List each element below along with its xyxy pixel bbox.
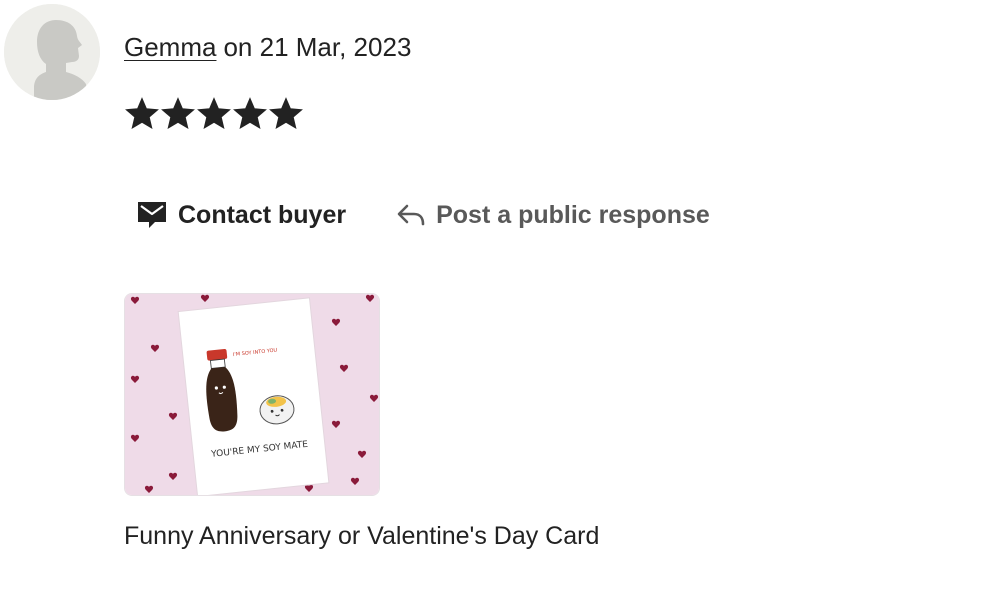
greeting-card: I'M SOY INTO YOU YOU'RE MY SOY MATE (177, 297, 330, 495)
author-link[interactable]: Gemma (124, 32, 216, 62)
review-actions: Contact buyer Post a public response (136, 200, 710, 230)
review-date: 21 Mar, 2023 (259, 32, 412, 62)
avatar[interactable] (4, 4, 100, 100)
star-icon (161, 97, 195, 130)
contact-buyer-button[interactable]: Contact buyer (136, 200, 346, 230)
review-byline: Gemma on 21 Mar, 2023 (124, 30, 411, 64)
post-public-response-label: Post a public response (436, 200, 710, 229)
product-title[interactable]: Funny Anniversary or Valentine's Day Car… (124, 518, 599, 554)
date-prefix: on (223, 32, 253, 62)
mail-message-icon (136, 200, 168, 230)
product-image: I'M SOY INTO YOU YOU'RE MY SOY MATE (125, 294, 379, 495)
post-public-response-button[interactable]: Post a public response (396, 201, 710, 230)
review-card: Gemma on 21 Mar, 2023 Contact buyer Post … (0, 0, 1000, 616)
contact-buyer-label: Contact buyer (178, 200, 347, 229)
person-silhouette-icon (4, 4, 100, 100)
star-icon (125, 97, 159, 130)
reply-arrow-icon (396, 202, 426, 228)
star-icon (197, 97, 231, 130)
star-rating (124, 96, 304, 132)
product-thumbnail[interactable]: I'M SOY INTO YOU YOU'RE MY SOY MATE (124, 293, 380, 496)
star-icon (269, 97, 303, 130)
star-icon (233, 97, 267, 130)
